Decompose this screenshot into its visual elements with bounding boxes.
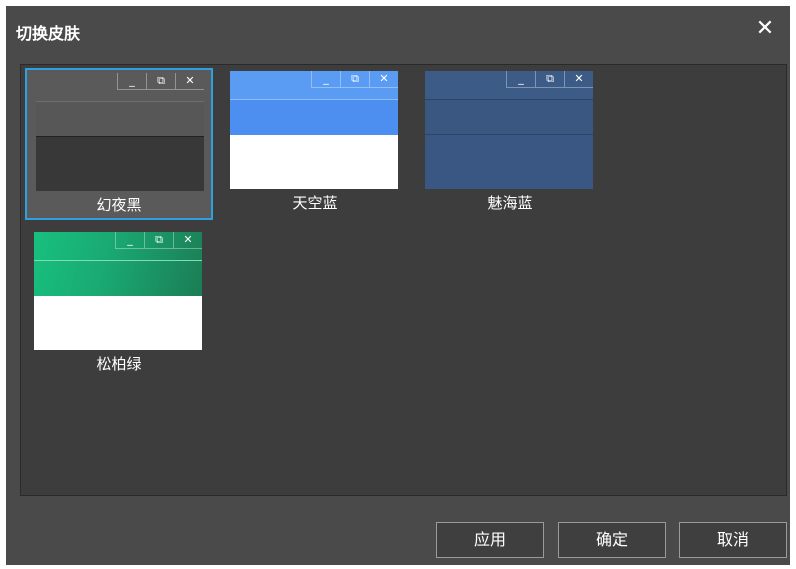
skin-list: _ ⧉ ✕ 幻夜黑 _ ⧉ ✕ 天空蓝 _ ⧉ ✕ 魅海蓝 _ ⧉ ✕ 松柏绿: [20, 64, 787, 496]
skin-preview: _ ⧉ ✕: [34, 232, 202, 350]
minimize-icon: _: [312, 71, 341, 87]
minimize-icon: _: [507, 71, 536, 87]
restore-icon: ⧉: [147, 73, 176, 89]
skin-dialog: 切换皮肤 ✕ _ ⧉ ✕ 幻夜黑 _ ⧉ ✕ 天空蓝 _ ⧉ ✕ 魅海蓝 _ ⧉…: [6, 6, 790, 565]
window-controls: _ ⧉ ✕: [506, 71, 593, 88]
close-icon: ✕: [379, 72, 389, 85]
skin-preview: _ ⧉ ✕: [425, 71, 593, 189]
window-controls: _ ⧉ ✕: [117, 73, 204, 90]
cancel-button[interactable]: 取消: [679, 522, 787, 558]
skin-label: 魅海蓝: [487, 194, 533, 212]
minimize-icon: _: [118, 73, 147, 89]
restore-icon: ⧉: [145, 232, 174, 248]
skin-preview: _ ⧉ ✕: [36, 73, 204, 191]
skin-item-sea-blue[interactable]: _ ⧉ ✕ 魅海蓝: [416, 68, 604, 220]
skin-label: 松柏绿: [96, 355, 142, 373]
skin-item-night-black[interactable]: _ ⧉ ✕ 幻夜黑: [25, 68, 213, 220]
skin-item-pine-green[interactable]: _ ⧉ ✕ 松柏绿: [25, 229, 213, 381]
close-icon[interactable]: ✕: [752, 16, 778, 42]
ok-button[interactable]: 确定: [558, 522, 666, 558]
skin-item-sky-blue[interactable]: _ ⧉ ✕ 天空蓝: [221, 68, 409, 220]
close-icon: ✕: [183, 233, 193, 246]
window-controls: _ ⧉ ✕: [311, 71, 398, 88]
apply-button[interactable]: 应用: [436, 522, 544, 558]
dialog-title: 切换皮肤: [16, 24, 81, 43]
window-controls: _ ⧉ ✕: [115, 232, 202, 249]
skin-label: 天空蓝: [292, 194, 338, 212]
title-bar: 切换皮肤 ✕: [6, 6, 790, 54]
close-icon: ✕: [574, 72, 584, 85]
close-icon: ✕: [185, 74, 195, 87]
restore-icon: ⧉: [536, 71, 565, 87]
skin-preview: _ ⧉ ✕: [230, 71, 398, 189]
skin-label: 幻夜黑: [96, 196, 142, 214]
minimize-icon: _: [116, 232, 145, 248]
restore-icon: ⧉: [341, 71, 370, 87]
